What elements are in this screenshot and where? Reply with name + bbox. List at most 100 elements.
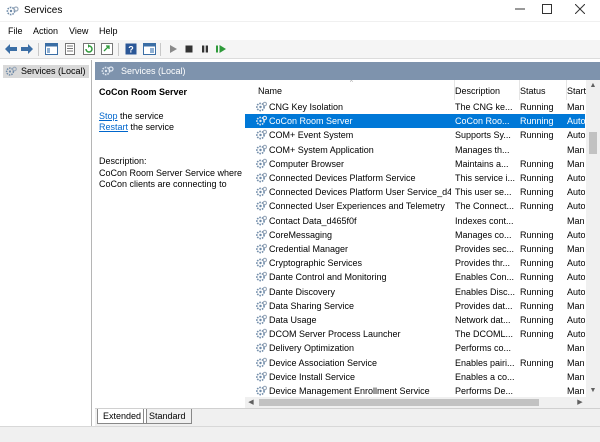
vertical-scrollbar[interactable]: ▲ ▼ [586, 80, 600, 397]
service-name-cell: Device Association Service [269, 357, 378, 368]
help-button[interactable]: ? [124, 42, 138, 56]
service-description-cell: Enables Con... [455, 272, 515, 283]
column-header-description[interactable]: Description [455, 80, 520, 100]
services-gear-icon [5, 66, 17, 76]
column-header-status[interactable]: Status [520, 80, 567, 100]
table-row-selected[interactable]: CoCon Room Server CoCon Roo... Running Auto [245, 114, 585, 129]
scroll-down-icon[interactable]: ▼ [586, 385, 600, 397]
maximize-icon [542, 4, 552, 14]
service-startup-cell: Man [567, 371, 585, 382]
table-row[interactable]: Credential Manager Provides sec... Running… [245, 242, 585, 256]
pane-header: Services (Local) [95, 62, 600, 80]
service-gear-icon [256, 357, 267, 367]
title-bar: Services [0, 0, 600, 22]
table-row[interactable]: Delivery Optimization Performs co... Man [245, 341, 585, 355]
table-row[interactable]: Data Sharing Service Provides dat... Runni… [245, 299, 585, 313]
table-row[interactable]: Computer Browser Maintains a... Running Man [245, 157, 585, 171]
service-gear-icon [256, 101, 267, 112]
service-description-cell: Manages co... [455, 229, 512, 240]
tab-extended[interactable]: Extended [97, 409, 148, 424]
menu-action[interactable]: Action [33, 26, 58, 36]
service-name-cell: CNG Key Isolation [269, 102, 344, 112]
stop-service-link[interactable]: Stop [99, 111, 118, 121]
properties-button[interactable] [63, 42, 77, 56]
table-row[interactable]: Device Install Service Enables a co... Man [245, 370, 585, 384]
action-pane-button[interactable] [142, 42, 156, 56]
back-button[interactable] [4, 42, 18, 56]
properties-icon [65, 43, 75, 55]
table-row[interactable]: COM+ System Application Manages th... Man [245, 143, 585, 157]
scroll-right-icon[interactable]: ▶ [574, 397, 586, 408]
service-description-cell: This service i... [455, 173, 516, 183]
service-status-cell: Running [520, 300, 554, 311]
table-row[interactable]: CoreMessaging Manages co... Running Auto [245, 228, 585, 242]
export-list-button[interactable] [100, 42, 114, 56]
pause-service-button[interactable] [198, 42, 212, 56]
stop-action: Stop the service [99, 111, 164, 121]
service-name-cell: Device Management Enrollment Service [269, 386, 430, 396]
service-status-cell: Running [520, 116, 554, 127]
refresh-button[interactable] [82, 42, 96, 56]
restart-service-button[interactable] [214, 42, 228, 56]
tree-item-services-local[interactable]: Services (Local) [3, 65, 89, 78]
table-row[interactable]: Connected User Experiences and Telemetry… [245, 199, 585, 213]
show-console-tree-button[interactable] [44, 42, 58, 56]
table-row[interactable]: Device Management Enrollment Service Perf… [245, 384, 585, 398]
service-startup-cell: Man [567, 244, 585, 254]
menu-view[interactable]: View [69, 26, 88, 36]
show-console-tree-icon [44, 43, 58, 55]
table-row[interactable]: Connected Devices Platform User Service_… [245, 185, 585, 199]
services-list: Name ^ Description Status Start CNG Key … [245, 80, 600, 408]
service-name-cell: Device Install Service [269, 371, 356, 382]
service-status-cell: Running [520, 158, 554, 169]
horizontal-scrollbar[interactable]: ◀ ▶ [245, 397, 586, 408]
service-description-cell: The Connect... [455, 201, 515, 212]
restart-service-link[interactable]: Restart [99, 122, 128, 132]
service-name-cell: COM+ Event System [269, 130, 354, 141]
service-name-cell: COM+ System Application [269, 144, 374, 155]
service-startup-cell: Man [567, 102, 585, 112]
column-header-name-label: Name [258, 86, 283, 96]
restart-service-icon [216, 45, 226, 53]
service-startup-cell: Man [567, 357, 585, 368]
service-startup-cell: Man [567, 343, 585, 354]
table-row[interactable]: DCOM Server Process Launcher The DCOML...… [245, 327, 585, 341]
service-description-cell: Performs co... [455, 343, 512, 354]
menu-help[interactable]: Help [99, 26, 118, 36]
tab-standard[interactable]: Standard [143, 409, 192, 424]
service-name-cell: Data Usage [269, 315, 317, 325]
pane-header-title: Services (Local) [121, 66, 186, 76]
scroll-up-icon[interactable]: ▲ [586, 80, 600, 92]
close-button[interactable] [560, 0, 600, 22]
menu-file[interactable]: File [8, 26, 23, 36]
table-row[interactable]: Connected Devices Platform Service This s… [245, 171, 585, 185]
service-status-cell: Running [520, 258, 554, 269]
export-list-icon [101, 43, 113, 55]
table-row[interactable]: Cryptographic Services Provides thr... Run… [245, 256, 585, 270]
table-row[interactable]: CNG Key Isolation The CNG ke... Running Man [245, 100, 585, 114]
table-row[interactable]: Contact Data_d465f0f Indexes cont... Man [245, 214, 585, 228]
table-row[interactable]: Dante Control and Monitoring Enables Con.… [245, 270, 585, 284]
restart-action: Restart the service [99, 122, 174, 132]
scroll-left-icon[interactable]: ◀ [245, 397, 257, 408]
service-gear-icon [256, 328, 267, 339]
horizontal-scroll-thumb[interactable] [259, 399, 539, 406]
service-status-cell: Running [520, 244, 554, 254]
table-row[interactable]: Data Usage Network dat... Running Auto [245, 313, 585, 327]
stop-service-button[interactable] [182, 42, 196, 56]
table-row[interactable]: Dante Discovery Enables Disc... Running Aut… [245, 285, 585, 299]
service-gear-icon [256, 172, 267, 183]
service-name-cell: Credential Manager [269, 244, 349, 254]
service-gear-icon [256, 257, 267, 268]
service-status-cell: Running [520, 229, 554, 240]
column-header-description-label: Description [455, 86, 501, 96]
stop-action-text: the service [117, 111, 164, 121]
service-status-cell: Running [520, 187, 554, 198]
table-row[interactable]: Device Association Service Enables pairi.… [245, 356, 585, 370]
start-service-button[interactable] [166, 42, 180, 56]
service-status-cell: Running [520, 173, 554, 183]
table-row[interactable]: COM+ Event System Supports Sy... Running Au… [245, 128, 585, 142]
forward-button[interactable] [20, 42, 34, 56]
vertical-scroll-thumb[interactable] [589, 132, 597, 154]
service-status-cell: Running [520, 329, 554, 340]
